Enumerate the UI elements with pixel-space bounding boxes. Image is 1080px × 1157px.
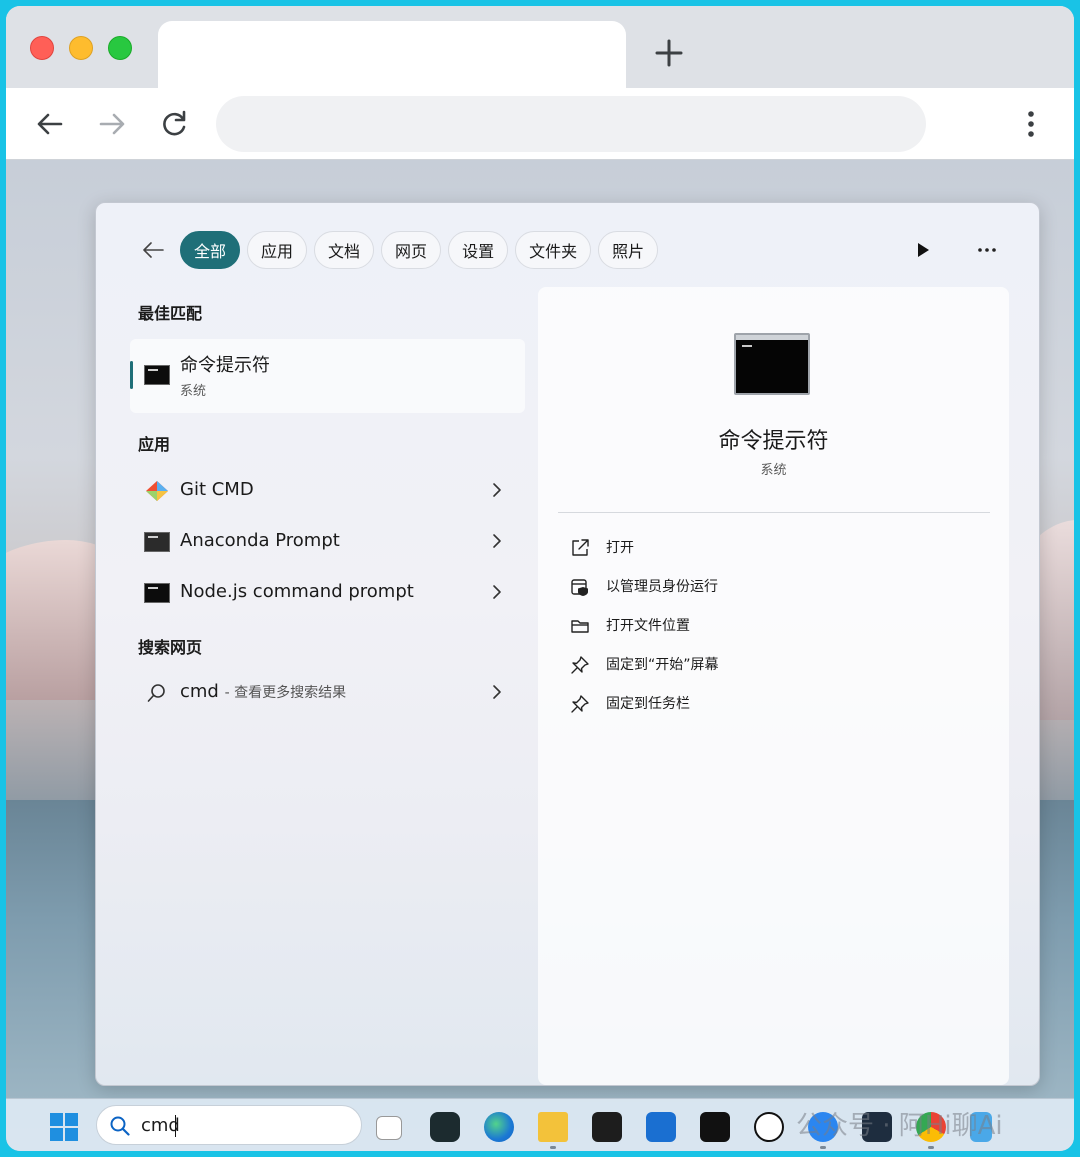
action-pin-to-start[interactable]: 固定到“开始”屏幕 — [570, 651, 970, 679]
back-arrow-icon[interactable] — [32, 106, 68, 142]
filter-chips: 全部 应用 文档 网页 设置 文件夹 照片 — [180, 231, 659, 269]
best-match-title: 命令提示符 — [180, 355, 270, 376]
action-label: 打开文件位置 — [606, 618, 690, 634]
edge-browser-icon[interactable] — [484, 1112, 514, 1142]
app-item-nodejs-prompt[interactable]: Node.js command prompt — [130, 569, 525, 615]
action-label: 固定到任务栏 — [606, 696, 690, 712]
action-label: 固定到“开始”屏幕 — [606, 657, 719, 673]
desktop: 全部 应用 文档 网页 设置 文件夹 照片 最佳匹配 命令提示符 系统 应用 G… — [6, 160, 1074, 1151]
app-item-anaconda-prompt[interactable]: Anaconda Prompt — [130, 518, 525, 564]
app-label: Anaconda Prompt — [180, 530, 340, 551]
tab-bar — [6, 6, 1074, 88]
more-menu-icon[interactable] — [1016, 106, 1046, 142]
close-window-button[interactable] — [30, 36, 54, 60]
web-search-heading: 搜索网页 — [138, 638, 203, 657]
detail-subtitle: 系统 — [760, 463, 787, 478]
web-search-hint: - 查看更多搜索结果 — [224, 685, 347, 701]
minimize-window-button[interactable] — [69, 36, 93, 60]
filter-web[interactable]: 网页 — [381, 231, 442, 269]
app-label: Node.js command prompt — [180, 581, 414, 602]
chevron-right-icon[interactable] — [490, 532, 504, 550]
web-search-label: cmd - 查看更多搜索结果 — [180, 681, 346, 702]
running-indicator — [820, 1146, 826, 1149]
git-icon — [146, 481, 168, 501]
divider — [558, 512, 990, 513]
nox-player-icon[interactable] — [430, 1112, 460, 1142]
apps-heading: 应用 — [138, 435, 171, 454]
text-caret — [175, 1115, 176, 1137]
detail-title: 命令提示符 — [718, 429, 829, 454]
command-prompt-icon — [734, 333, 810, 395]
filter-apps[interactable]: 应用 — [247, 231, 308, 269]
action-open[interactable]: 打开 — [570, 534, 970, 562]
detail-pane: 命令提示符 系统 打开 以管理员身份运行 打开文件位置 固定到“开始”屏幕 固定… — [538, 287, 1009, 1085]
admin-shield-icon — [571, 579, 588, 596]
forward-arrow-icon[interactable] — [94, 106, 130, 142]
filter-all[interactable]: 全部 — [180, 231, 241, 269]
anaconda-prompt-icon — [144, 532, 170, 552]
back-arrow-icon[interactable] — [140, 237, 166, 263]
new-tab-icon[interactable] — [652, 36, 686, 70]
running-indicator — [928, 1146, 934, 1149]
open-external-icon — [572, 539, 589, 556]
maximize-window-button[interactable] — [108, 36, 132, 60]
chevron-right-icon[interactable] — [490, 583, 504, 601]
browser-window: 全部 应用 文档 网页 设置 文件夹 照片 最佳匹配 命令提示符 系统 应用 G… — [6, 6, 1074, 1151]
action-label: 以管理员身份运行 — [606, 579, 718, 595]
filter-folders[interactable]: 文件夹 — [515, 231, 592, 269]
best-match-item[interactable]: 命令提示符 系统 — [130, 339, 525, 413]
pin-icon — [571, 656, 589, 674]
app-icon[interactable] — [592, 1112, 622, 1142]
microsoft-store-icon[interactable] — [646, 1112, 676, 1142]
qq-icon[interactable] — [754, 1112, 784, 1142]
play-icon[interactable] — [914, 241, 932, 259]
capcut-icon[interactable] — [700, 1112, 730, 1142]
action-run-as-admin[interactable]: 以管理员身份运行 — [570, 573, 970, 601]
web-search-item[interactable]: cmd - 查看更多搜索结果 — [130, 669, 525, 715]
selection-accent — [130, 361, 133, 389]
web-query: cmd — [180, 681, 219, 702]
taskbar-search-input[interactable]: cmd — [96, 1105, 362, 1145]
filter-settings[interactable]: 设置 — [448, 231, 509, 269]
address-bar[interactable] — [216, 96, 926, 152]
command-prompt-icon — [144, 365, 170, 385]
taskbar: cmd 公众号 · 阿Hi聊Ai — [6, 1098, 1074, 1151]
action-pin-to-taskbar[interactable]: 固定到任务栏 — [570, 690, 970, 718]
browser-tab[interactable] — [158, 21, 626, 88]
chevron-right-icon[interactable] — [490, 481, 504, 499]
browser-toolbar — [6, 88, 1074, 160]
search-panel: 全部 应用 文档 网页 设置 文件夹 照片 最佳匹配 命令提示符 系统 应用 G… — [95, 202, 1040, 1086]
task-view-icon[interactable] — [376, 1116, 402, 1140]
best-match-heading: 最佳匹配 — [138, 304, 203, 323]
more-options-icon[interactable] — [976, 239, 998, 261]
best-match-subtitle: 系统 — [180, 384, 207, 399]
running-indicator — [550, 1146, 556, 1149]
app-item-git-cmd[interactable]: Git CMD — [130, 467, 525, 513]
app-label: Git CMD — [180, 479, 254, 500]
pin-icon — [571, 695, 589, 713]
reload-icon[interactable] — [156, 106, 192, 142]
action-label: 打开 — [606, 540, 634, 556]
file-explorer-icon[interactable] — [538, 1112, 568, 1149]
search-icon — [147, 684, 165, 702]
nodejs-prompt-icon — [144, 583, 170, 603]
windows-start-icon[interactable] — [50, 1113, 78, 1141]
action-open-file-location[interactable]: 打开文件位置 — [570, 612, 970, 640]
filter-documents[interactable]: 文档 — [314, 231, 375, 269]
chevron-right-icon[interactable] — [490, 683, 504, 701]
filter-photos[interactable]: 照片 — [598, 231, 659, 269]
search-icon — [110, 1116, 130, 1136]
watermark-text: 公众号 · 阿Hi聊Ai — [796, 1111, 1003, 1141]
folder-icon — [571, 620, 589, 633]
